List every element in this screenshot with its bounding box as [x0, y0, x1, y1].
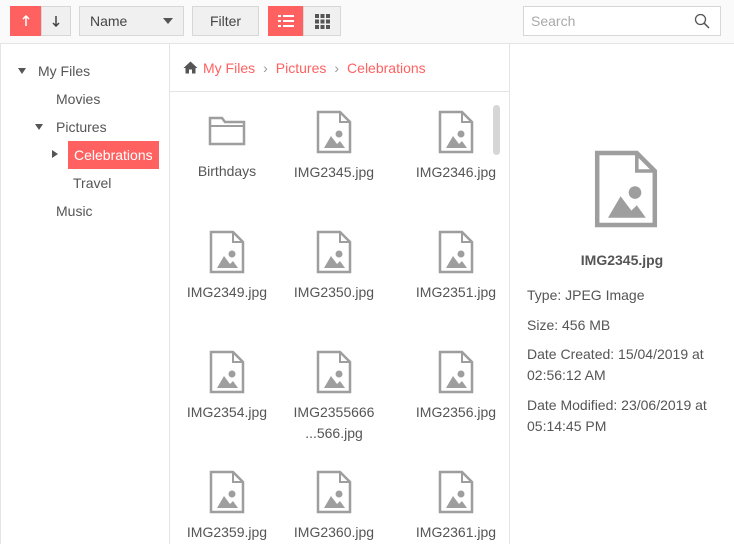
file-label: Birthdays	[197, 163, 257, 179]
toolbar: Name Filter	[0, 0, 734, 44]
file-item[interactable]: IMG2349.jpg	[170, 230, 287, 300]
file-label: IMG2351.jpg	[415, 284, 497, 300]
image-file-icon	[438, 110, 474, 154]
tree-item-label: Travel	[73, 175, 112, 191]
image-file-icon	[209, 230, 245, 274]
arrow-up-icon	[22, 15, 30, 26]
tree-item-pictures[interactable]: Pictures	[56, 113, 107, 141]
grid-view-button[interactable]	[303, 6, 341, 36]
tree-item-label: Pictures	[56, 119, 107, 135]
details-date-modified-time: 05:14:45 PM	[527, 418, 607, 434]
breadcrumb-celebrations[interactable]: Celebrations	[347, 60, 426, 76]
scrollbar-thumb[interactable]	[493, 105, 500, 155]
file-label: IMG2350.jpg	[293, 284, 375, 300]
breadcrumb-my-files[interactable]: My Files	[203, 60, 255, 76]
file-item[interactable]: IMG2355666 ...566.jpg	[274, 350, 394, 441]
image-file-icon	[209, 470, 245, 514]
tree-item-music[interactable]: Music	[56, 197, 93, 225]
search-icon[interactable]	[694, 13, 710, 29]
details-file-name: IMG2345.jpg	[580, 252, 664, 268]
file-item[interactable]: IMG2361.jpg	[396, 470, 510, 540]
sort-descending-button[interactable]	[41, 6, 71, 36]
tree-item-my-files[interactable]: My Files	[38, 57, 90, 85]
file-item[interactable]: IMG2359.jpg	[170, 470, 287, 540]
file-grid: Birthdays IMG2345.jpg IMG2346.jpg IMG234…	[170, 92, 510, 544]
breadcrumb-pictures[interactable]: Pictures	[276, 60, 327, 76]
file-item[interactable]: IMG2350.jpg	[274, 230, 394, 300]
tree-item-label: My Files	[38, 63, 91, 79]
image-file-icon	[209, 350, 245, 394]
image-file-icon	[594, 150, 658, 228]
image-file-icon	[316, 350, 352, 394]
details-size: Size: 456 MB	[527, 317, 611, 333]
file-view: My Files › Pictures › Celebrations Birth…	[170, 44, 510, 544]
sort-by-value: Name	[90, 13, 128, 29]
collapse-arrow-icon[interactable]	[52, 150, 58, 158]
file-label: IMG2359.jpg	[186, 524, 268, 540]
file-label: IMG2354.jpg	[186, 404, 268, 420]
file-item[interactable]: IMG2356.jpg	[396, 350, 510, 420]
breadcrumb-separator: ›	[334, 59, 340, 76]
list-icon	[278, 15, 294, 27]
file-label: IMG2349.jpg	[186, 284, 268, 300]
chevron-down-icon	[163, 18, 173, 24]
file-label: IMG2361.jpg	[415, 524, 497, 540]
image-file-icon	[438, 230, 474, 274]
tree-item-label: Music	[56, 203, 93, 219]
tree-item-celebrations[interactable]: Celebrations	[68, 141, 159, 169]
details-date-created-time: 02:56:12 AM	[527, 367, 606, 383]
breadcrumb: My Files › Pictures › Celebrations	[170, 44, 510, 92]
folder-item[interactable]: Birthdays	[170, 112, 287, 182]
image-file-icon	[316, 470, 352, 514]
search-input[interactable]	[524, 7, 684, 35]
tree-item-label: Movies	[56, 91, 101, 107]
folder-icon	[208, 116, 246, 146]
file-label: IMG2356.jpg	[415, 404, 497, 420]
file-label: IMG2360.jpg	[293, 524, 375, 540]
breadcrumb-separator: ›	[263, 59, 268, 76]
home-icon[interactable]	[183, 61, 198, 74]
image-file-icon	[316, 110, 352, 154]
grid-icon	[314, 13, 330, 29]
details-date-created: Date Created: 15/04/2019 at	[527, 346, 704, 362]
details-pane: IMG2345.jpg Type: JPEG Image Size: 456 M…	[510, 44, 734, 544]
details-type: Type: JPEG Image	[527, 287, 645, 303]
file-label: IMG2346.jpg	[415, 164, 497, 180]
list-view-button[interactable]	[268, 6, 304, 36]
file-label: ...566.jpg	[305, 425, 363, 441]
tree-item-travel[interactable]: Travel	[73, 169, 111, 197]
search-box	[523, 6, 721, 36]
sort-by-dropdown[interactable]: Name	[79, 6, 184, 36]
sort-ascending-button[interactable]	[10, 6, 42, 36]
file-item[interactable]: IMG2360.jpg	[274, 470, 394, 540]
details-date-modified: Date Modified: 23/06/2019 at	[527, 397, 707, 413]
image-file-icon	[438, 470, 474, 514]
arrow-down-icon	[52, 16, 60, 27]
file-item[interactable]: IMG2351.jpg	[396, 230, 510, 300]
image-file-icon	[316, 230, 352, 274]
expand-arrow-icon[interactable]	[35, 124, 43, 130]
expand-arrow-icon[interactable]	[18, 68, 26, 74]
file-label: IMG2355666	[293, 404, 375, 420]
filter-button[interactable]: Filter	[192, 6, 259, 36]
image-file-icon	[438, 350, 474, 394]
file-item[interactable]: IMG2354.jpg	[170, 350, 287, 420]
tree-item-label: Celebrations	[74, 147, 153, 163]
navigation-tree: My Files Movies Pictures Celebrations Tr…	[0, 44, 170, 544]
tree-item-movies[interactable]: Movies	[56, 85, 100, 113]
file-label: IMG2345.jpg	[293, 164, 375, 180]
file-item[interactable]: IMG2345.jpg	[274, 110, 394, 180]
